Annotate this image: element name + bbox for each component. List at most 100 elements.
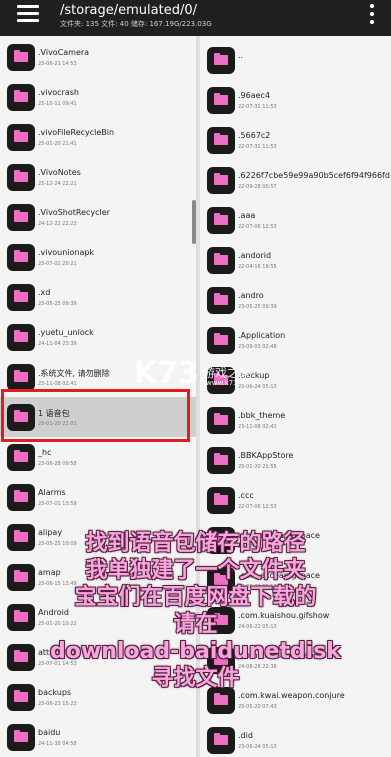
folder-date: 23-11-08 02:41 <box>38 381 77 387</box>
folder-date: 23-07-01 13:59 <box>38 501 77 507</box>
current-path: /storage/emulated/0/ <box>60 3 198 18</box>
folder-icon <box>207 87 235 114</box>
folder-row[interactable]: _hc 23-06-28 09:58 <box>0 437 196 477</box>
folder-name: baidu <box>38 728 61 737</box>
folder-name: .andorid <box>238 251 272 260</box>
folder-date: 23-07-02 20:21 <box>38 261 77 267</box>
folder-date: 23-11-08 02:42 <box>238 424 277 430</box>
folder-icon <box>207 167 235 194</box>
site-watermark: K73 游戏之家 www.k73.com <box>118 356 268 396</box>
folder-row[interactable]: .VivoCamera 23-06-21 14:53 <box>0 37 196 77</box>
caption-line: 找到语音包储存的路径 <box>85 531 306 556</box>
folder-row[interactable]: .vivounionapk 23-07-02 20:21 <box>0 237 196 277</box>
more-options-icon[interactable] <box>369 4 375 24</box>
folder-name: .VivoShotRecycler <box>38 208 110 217</box>
folder-date: 22-07-06 12:53 <box>238 224 277 230</box>
folder-icon <box>207 247 235 274</box>
folder-date: 22-07-31 11:53 <box>238 144 277 150</box>
folder-icon <box>207 407 235 434</box>
folder-row[interactable]: .vivocrash 23-10-11 09:41 <box>0 77 196 117</box>
folder-name: .6226f7cbe59e99a90b5cef6f94f966fd <box>238 171 390 180</box>
folder-date: 24-11-30 04:58 <box>38 741 77 747</box>
folder-name: .aaa <box>238 211 256 220</box>
folder-name: .Application <box>238 331 286 340</box>
folder-date: 23-06-28 09:58 <box>38 461 77 467</box>
folder-icon <box>7 244 35 271</box>
caption-line: 寻找文件 <box>151 666 240 691</box>
folder-row[interactable]: Alarms 23-07-01 13:59 <box>0 477 196 517</box>
folder-date: 22-04-16 19:55 <box>238 264 277 270</box>
folder-date: 24-12-22 22:23 <box>38 221 77 227</box>
watermark-logo: K73 <box>134 356 199 391</box>
folder-row[interactable]: .6226f7cbe59e99a90b5cef6f94f966fd 22-09-2… <box>200 160 391 200</box>
folder-icon <box>7 284 35 311</box>
folder-row[interactable]: .yuetu_unlock 24-11-04 23:39 <box>0 317 196 357</box>
folder-date: 23-12-24 22:21 <box>38 181 77 187</box>
folder-date: 23-06-21 14:53 <box>38 61 77 67</box>
hamburger-menu-icon[interactable] <box>17 5 39 23</box>
folder-icon <box>7 444 35 471</box>
folder-name: .bbk_theme <box>238 411 286 420</box>
folder-icon <box>207 207 235 234</box>
folder-name: .com.kwai.weapon.conjure <box>238 691 345 700</box>
folder-row[interactable]: .andro 23-05-25 09:39 <box>200 280 391 320</box>
folder-icon <box>7 124 35 151</box>
folder-row[interactable]: .. <box>200 40 391 80</box>
folder-date: 24-11-04 23:39 <box>38 341 77 347</box>
folder-name: .xd <box>38 288 51 297</box>
folder-name: .andro <box>238 291 264 300</box>
folder-row[interactable]: .VivoNotes 23-12-24 22:21 <box>0 157 196 197</box>
folder-name: .VivoNotes <box>38 168 81 177</box>
caption-overlay: 找到语音包储存的路径 我单独建了一个文件夹 宝宝们在百度网盘下载的 请在 downloa… <box>0 530 391 692</box>
caption-line: 宝宝们在百度网盘下载的 <box>74 585 317 610</box>
folder-row[interactable]: .aaa 22-07-06 12:53 <box>200 200 391 240</box>
folder-date: 23-06-23 15:23 <box>38 701 77 707</box>
folder-icon <box>7 44 35 71</box>
folder-icon <box>7 724 35 751</box>
folder-date: 23-06-24 05:13 <box>238 744 277 750</box>
caption-line: download-baidunetdisk <box>50 639 341 664</box>
folder-row[interactable]: baidu 24-11-30 04:58 <box>0 717 196 757</box>
watermark-url: www.k73.com <box>206 379 255 387</box>
caption-line: 我单独建了一个文件夹 <box>85 558 306 583</box>
folder-date: 23-10-11 09:41 <box>38 101 77 107</box>
folder-icon <box>7 164 35 191</box>
folder-row[interactable]: .did 23-06-24 05:13 <box>200 720 391 757</box>
folder-row[interactable]: .96aec4 22-07-31 11:53 <box>200 80 391 120</box>
folder-icon <box>7 324 35 351</box>
folder-name: .5667c2 <box>238 131 271 140</box>
folder-row[interactable]: .5667c2 22-07-31 11:53 <box>200 120 391 160</box>
folder-row[interactable]: .andorid 22-04-16 19:55 <box>200 240 391 280</box>
folder-row[interactable]: .bbk_theme 23-11-08 02:42 <box>200 400 391 440</box>
folder-row[interactable]: .vivoFileRecycleBin 25-01-20 21:41 <box>0 117 196 157</box>
folder-icon <box>207 487 235 514</box>
folder-row[interactable]: .xd 23-05-25 09:39 <box>0 277 196 317</box>
folder-name: .vivocrash <box>38 88 79 97</box>
folder-icon <box>207 47 235 74</box>
left-pane-scrollbar[interactable] <box>192 200 196 244</box>
folder-name: .BBKAppStore <box>238 451 294 460</box>
folder-date: 25-05-20 07:43 <box>238 704 277 710</box>
folder-row[interactable]: .BBKAppStore 25-01-20 21:55 <box>200 440 391 480</box>
folder-name: .96aec4 <box>238 91 271 100</box>
folder-date: 22-07-31 11:53 <box>238 104 277 110</box>
folder-icon <box>207 287 235 314</box>
folder-icon <box>207 447 235 474</box>
folder-name: .. <box>238 51 244 60</box>
folder-name: .系统文件, 请勿删除 <box>38 369 110 378</box>
folder-date: 23-09-03 02:48 <box>238 344 277 350</box>
folder-icon <box>7 84 35 111</box>
folder-name: .ccc <box>238 491 254 500</box>
folder-row[interactable]: .ccc 22-07-06 12:53 <box>200 480 391 520</box>
folder-name: .vivoFileRecycleBin <box>38 128 115 137</box>
folder-name: Alarms <box>38 488 66 497</box>
folder-date: 22-07-06 12:53 <box>238 504 277 510</box>
folder-name: _hc <box>38 448 52 457</box>
folder-name: .yuetu_unlock <box>38 328 94 337</box>
folder-date: 23-05-25 09:39 <box>38 301 77 307</box>
folder-date: 23-05-25 09:39 <box>238 304 277 310</box>
folder-icon <box>207 127 235 154</box>
folder-row[interactable]: .Application 23-09-03 02:48 <box>200 320 391 360</box>
folder-name: .VivoCamera <box>38 48 90 57</box>
folder-row[interactable]: .VivoShotRecycler 24-12-22 22:23 <box>0 197 196 237</box>
